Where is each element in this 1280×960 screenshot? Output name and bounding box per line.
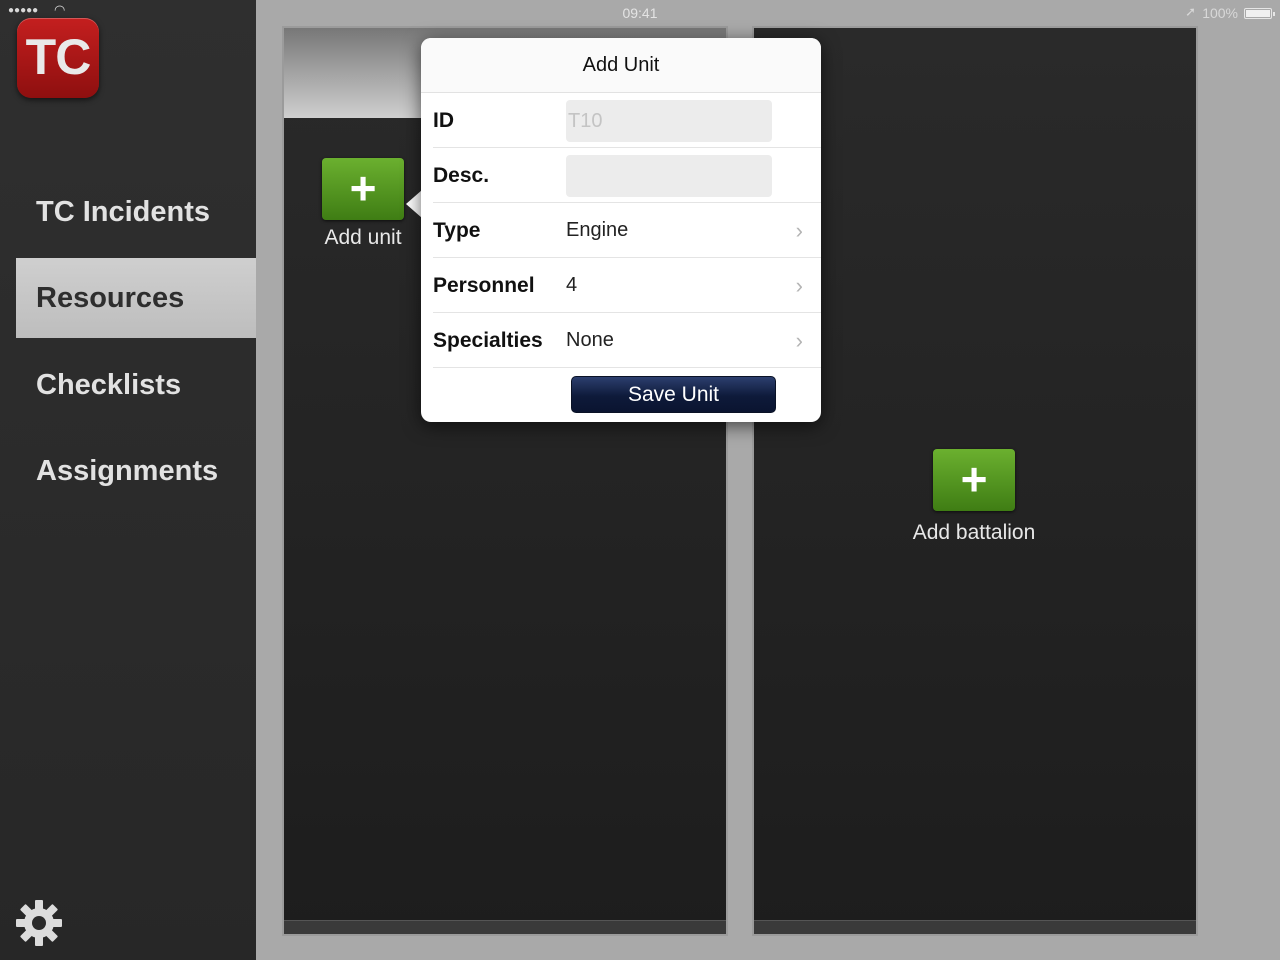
plus-icon: + [349,162,377,214]
sidebar-item-label: Resources [36,282,185,314]
popover-title: Add Unit [421,38,821,93]
id-label: ID [433,109,454,132]
popover-arrow [406,190,422,218]
sidebar-item-assignments[interactable]: Assignments [16,431,256,511]
type-value: Engine [566,219,629,241]
location-arrow-icon: ➚ [1185,4,1196,19]
desc-label: Desc. [433,164,490,187]
chevron-right-icon: › [795,273,803,298]
personnel-row[interactable]: Personnel 4 › [433,258,821,313]
gear-icon[interactable] [14,898,64,948]
sidebar-item-label: Assignments [36,455,219,487]
desc-row: Desc. [433,148,821,203]
specialties-label: Specialties [433,329,543,352]
add-battalion-button[interactable]: + [933,449,1015,511]
desc-field[interactable] [566,155,772,197]
type-row[interactable]: Type Engine › [433,203,821,258]
app-logo: TC [17,18,99,98]
add-unit-popover: Add Unit ID Desc. Type Engine › Personne… [421,38,821,422]
id-field[interactable] [566,100,772,142]
save-unit-button[interactable]: Save Unit [571,376,776,413]
sidebar-item-label: Checklists [36,369,182,401]
units-panel-footer [284,920,726,934]
battery-percentage: 100% [1202,5,1238,21]
chevron-right-icon: › [795,328,803,353]
sidebar-item-tc-incidents[interactable]: TC Incidents [16,172,256,252]
chevron-right-icon: › [795,218,803,243]
battery-icon [1244,8,1275,19]
personnel-label: Personnel [433,274,535,297]
add-unit-button[interactable]: + [322,158,404,220]
id-row: ID [433,93,821,148]
type-label: Type [433,219,481,242]
specialties-row[interactable]: Specialties None › [433,313,821,368]
sidebar: TC TC Incidents Resources Checklists Ass… [0,0,256,960]
personnel-value: 4 [566,274,578,296]
battalions-panel-footer [754,920,1196,934]
sidebar-item-resources[interactable]: Resources [16,258,256,338]
status-time: 09:41 [622,5,658,21]
sidebar-item-label: TC Incidents [36,196,211,228]
add-battalion-label[interactable]: Add battalion [884,521,1064,545]
add-unit-label[interactable]: Add unit [302,226,424,250]
status-bar: ●●●●● ◠ 09:41 ➚ 100% [0,0,1280,26]
sidebar-item-checklists[interactable]: Checklists [16,345,256,425]
plus-icon: + [960,453,988,505]
specialties-value: None [566,329,614,351]
